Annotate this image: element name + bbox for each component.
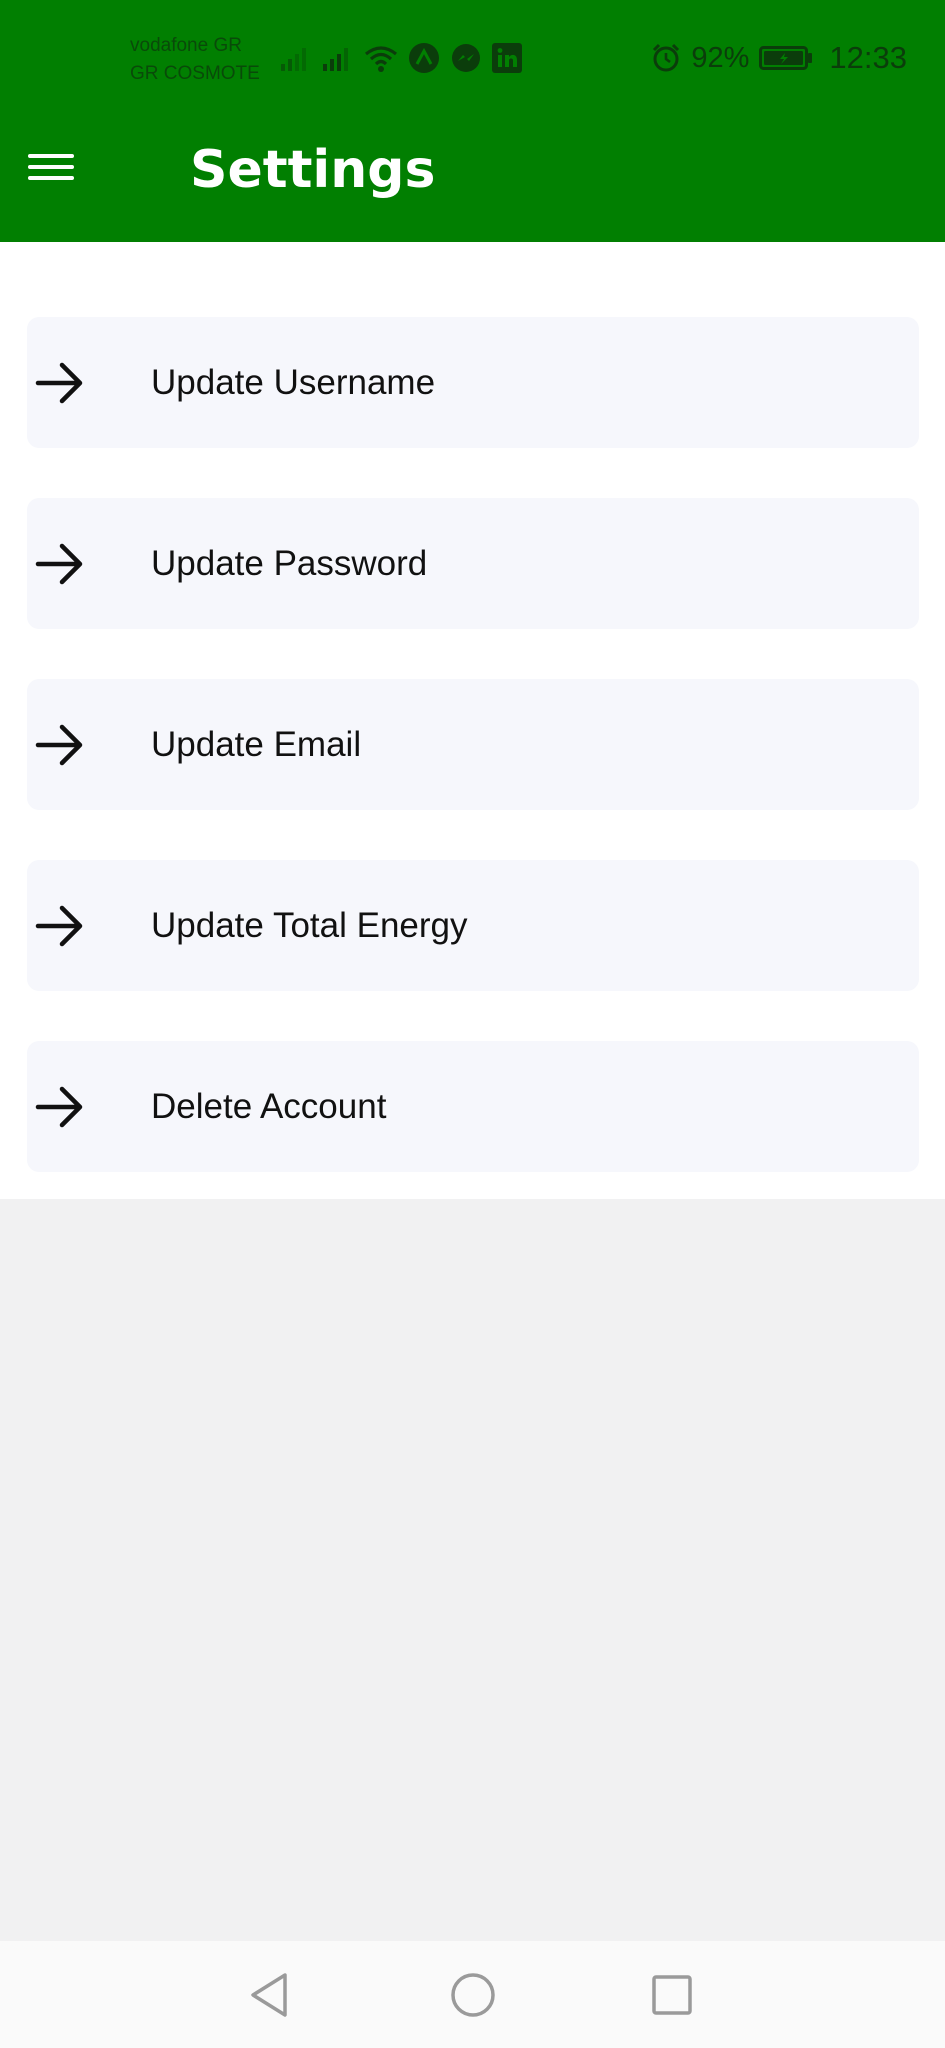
recents-button[interactable] (642, 1965, 702, 2025)
update-total-energy-item[interactable]: Update Total Energy (27, 860, 919, 991)
messenger-icon (450, 42, 482, 74)
arrow-right-icon (35, 362, 83, 404)
update-email-item[interactable]: Update Email (27, 679, 919, 810)
clock-time: 12:33 (829, 40, 907, 75)
app-notification-icon (408, 42, 440, 74)
status-right: 92% 12:33 (651, 40, 907, 76)
carrier-1-label: vodafone GR (130, 35, 242, 56)
arrow-right-icon (35, 724, 83, 766)
update-username-item[interactable]: Update Username (27, 317, 919, 448)
settings-item-label: Update Total Energy (151, 906, 468, 945)
system-nav-bar (0, 1941, 945, 2048)
arrow-right-icon (35, 905, 83, 947)
app-header: vodafone GR GR COSMOTE 92% 12:33 Setting… (0, 0, 945, 242)
back-icon (251, 1973, 287, 2017)
signal-icon (322, 43, 354, 73)
recents-icon (652, 1975, 692, 2015)
menu-icon-bar (28, 165, 74, 169)
carrier-info: vodafone GR GR COSMOTE (130, 32, 260, 88)
settings-item-label: Update Password (151, 544, 428, 583)
home-button[interactable] (443, 1965, 503, 2025)
wifi-icon (364, 43, 398, 73)
settings-list: Update Username Update Password Update E… (0, 242, 945, 1199)
arrow-right-icon (35, 543, 83, 585)
home-icon (451, 1973, 495, 2017)
arrow-right-icon (35, 1086, 83, 1128)
signal-icon (280, 43, 312, 73)
settings-item-label: Delete Account (151, 1087, 387, 1126)
page-title: Settings (190, 140, 436, 200)
update-password-item[interactable]: Update Password (27, 498, 919, 629)
delete-account-item[interactable]: Delete Account (27, 1041, 919, 1172)
carrier-2-label: GR COSMOTE (130, 63, 260, 84)
back-button[interactable] (240, 1965, 300, 2025)
settings-item-label: Update Username (151, 363, 436, 402)
menu-icon-bar (28, 154, 74, 158)
status-icons (280, 40, 522, 76)
battery-icon (759, 44, 813, 72)
settings-item-label: Update Email (151, 725, 362, 764)
battery-percent: 92% (691, 41, 750, 74)
menu-button[interactable] (28, 150, 76, 186)
menu-icon-bar (28, 176, 74, 180)
alarm-icon (651, 43, 681, 73)
linkedin-icon (492, 43, 522, 73)
